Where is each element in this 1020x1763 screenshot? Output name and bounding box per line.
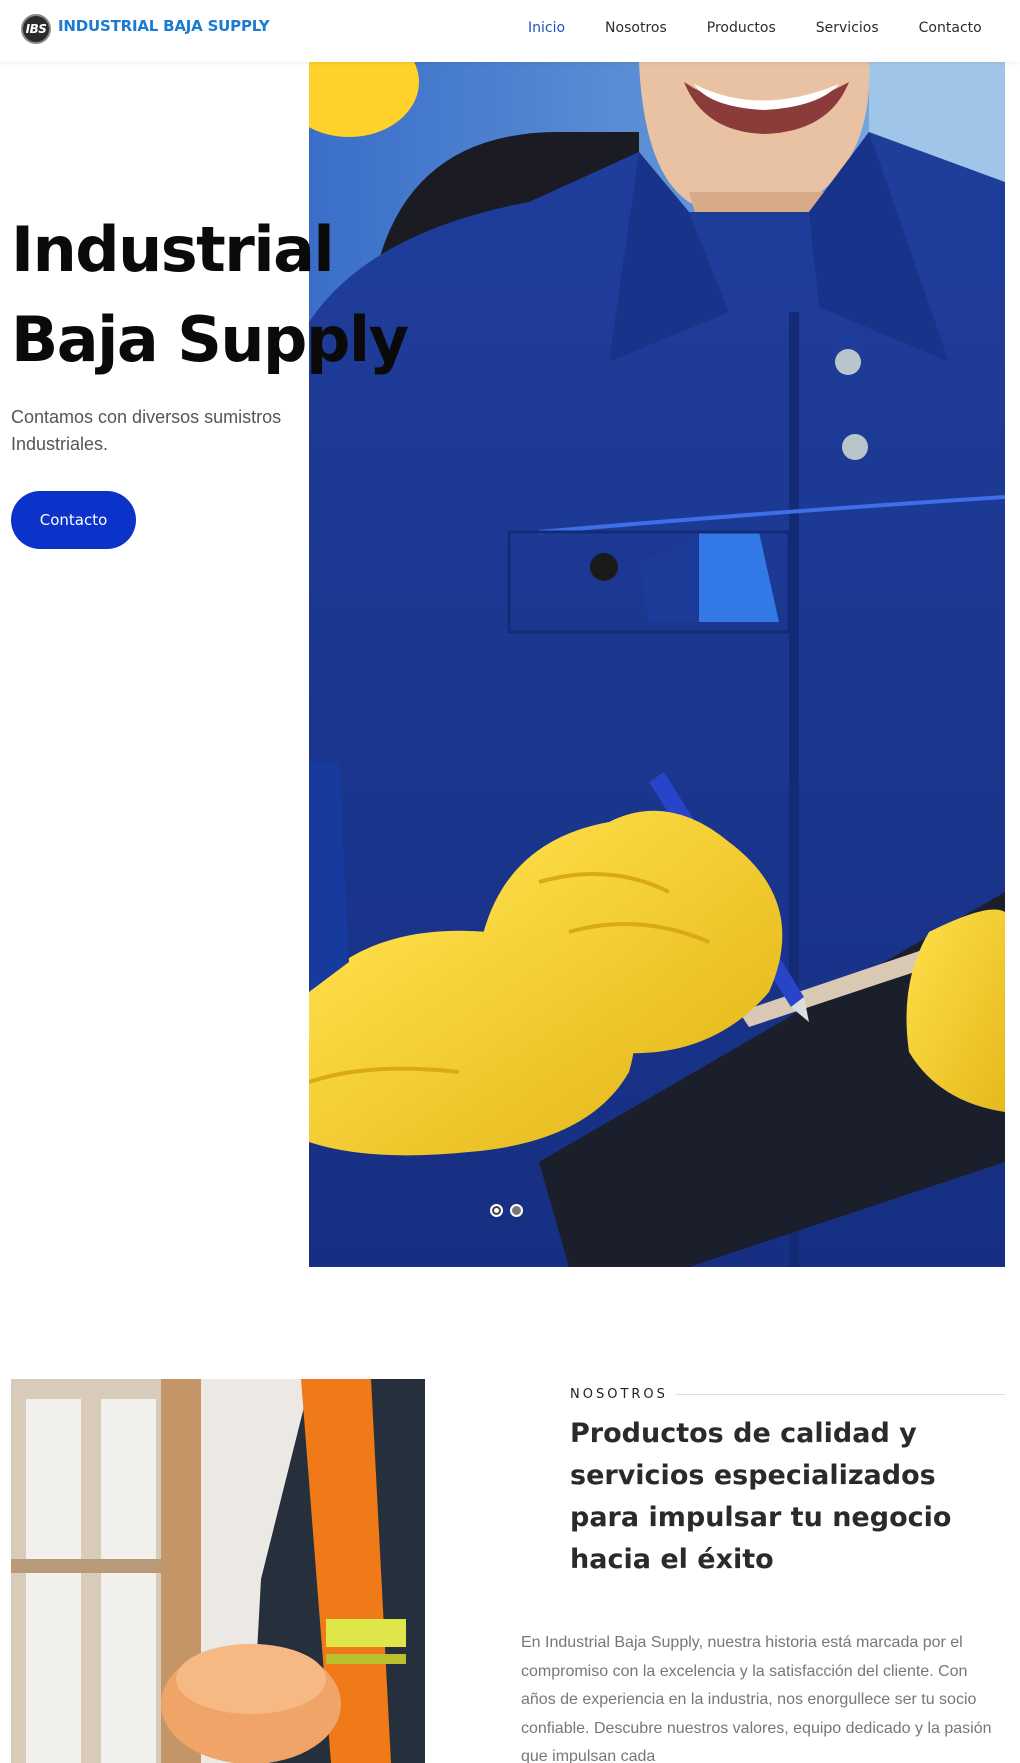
hero-title: Industrial Baja Supply	[11, 205, 409, 385]
worker-photo-illustration	[309, 62, 1005, 1267]
hero-subtitle: Contamos con diversos sumistros Industri…	[11, 407, 282, 454]
about-title: Productos de calidad y servicios especia…	[570, 1418, 952, 1575]
nav-link-contacto[interactable]: Contacto	[919, 20, 982, 36]
main-nav: Inicio Nosotros Productos Servicios Cont…	[528, 20, 982, 36]
kicker-divider	[675, 1394, 1005, 1395]
nav-link-nosotros[interactable]: Nosotros	[605, 20, 667, 36]
logo[interactable]: IBS INDUSTRIAL BAJA SUPPLY	[21, 14, 270, 44]
hero-slider-image	[309, 62, 1005, 1267]
nav-link-productos[interactable]: Productos	[707, 20, 776, 36]
kicker-label: NOSOTROS	[570, 1387, 668, 1402]
nav-link-servicios[interactable]: Servicios	[816, 20, 879, 36]
nav-link-inicio[interactable]: Inicio	[528, 20, 565, 36]
logo-badge-icon: IBS	[21, 14, 51, 44]
about-image	[11, 1379, 425, 1763]
slider-dot-2[interactable]	[510, 1204, 523, 1217]
hero-title-line-2: Baja Supply	[11, 303, 409, 376]
slider-pagination	[490, 1204, 530, 1217]
contact-button[interactable]: Contacto	[11, 491, 136, 549]
slider-dot-1[interactable]	[490, 1204, 503, 1217]
hero-title-line-1: Industrial	[11, 213, 335, 286]
section-kicker: NOSOTROS	[570, 1387, 1005, 1402]
worker-vest-photo-illustration	[11, 1379, 425, 1763]
logo-text: INDUSTRIAL BAJA SUPPLY	[58, 17, 270, 35]
site-header: IBS INDUSTRIAL BAJA SUPPLY Inicio Nosotr…	[0, 0, 1020, 62]
about-paragraph: En Industrial Baja Supply, nuestra histo…	[521, 1634, 992, 1763]
